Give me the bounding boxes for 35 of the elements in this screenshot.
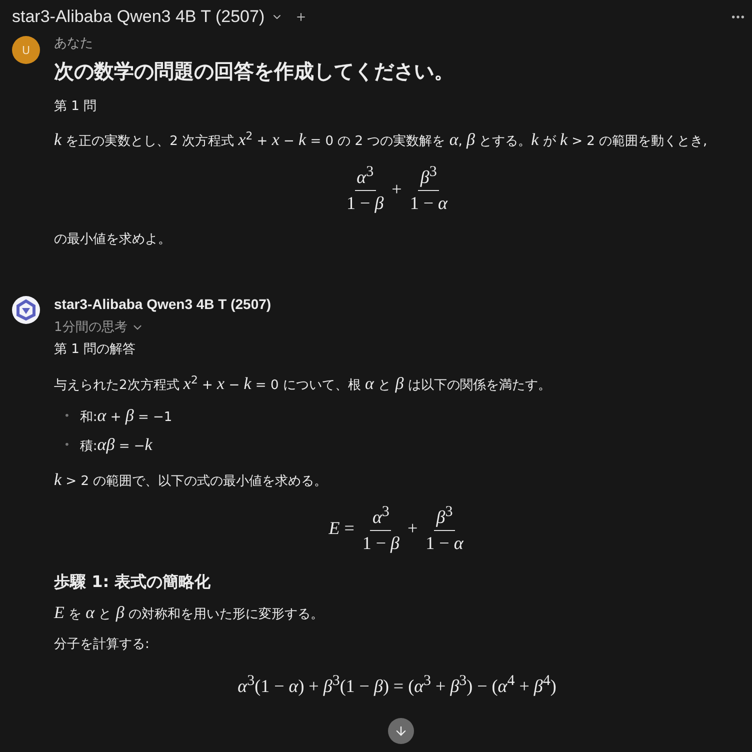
numerator: β$^{3}$: [436, 506, 453, 527]
chat-title[interactable]: star3-Alibaba Qwen3 4B T (2507): [12, 7, 265, 27]
scroll-down-button[interactable]: [388, 718, 414, 744]
author-name: star3-Alibaba Qwen3 4B T (2507): [54, 296, 272, 312]
author-name: あなた: [54, 34, 93, 52]
equation: α$^{3}$(1 − α) + β$^{3}$(1 − β) = (α$^{3}$ + β$^{3}$) − (α$^{4}$ + β$^{4}$): [238, 676, 556, 696]
message-heading: 次の数学の問題の回答を作成してください。: [54, 58, 455, 85]
list-item: 積:αβ = −k: [80, 434, 152, 456]
paragraph: k を正の実数とし、2 次方程式 x$^{2}$ + x − k = 0 の 2 つの実数解を α, β とする。k が k > 2 の範囲を動くとき,: [54, 134, 708, 150]
section-heading: 歩驟 1: 表式の簡略化: [54, 572, 212, 593]
numerator: α$^{3}$: [356, 167, 374, 188]
operator: +: [408, 518, 418, 540]
paragraph: 与えられた2次方程式 x$^{2}$ + x − k = 0 について、根 α と β は以下の関係を満たす。: [54, 378, 551, 393]
paragraph: 第 1 問: [54, 99, 97, 114]
paragraph: E を α と β の対称和を用いた形に変形する。: [54, 606, 324, 622]
list-item: 和:α + β = −1: [80, 404, 172, 427]
denominator: 1 − β: [346, 193, 384, 214]
thinking-toggle[interactable]: 1分間の思考: [54, 318, 144, 336]
plus-icon[interactable]: [294, 11, 307, 23]
denominator: 1 − α: [426, 532, 464, 553]
denominator: 1 − β: [362, 532, 400, 553]
paragraph: 分子を計算する:: [54, 636, 150, 652]
arrow-down-icon: [394, 724, 408, 738]
paragraph: の最小値を求めよ。: [54, 232, 171, 248]
numerator: α$^{3}$: [372, 506, 390, 527]
equation-lhs: E =: [328, 518, 354, 540]
numerator: β$^{3}$: [420, 167, 437, 188]
paragraph: 第 1 問の解答: [54, 342, 136, 358]
denominator: 1 − α: [410, 193, 448, 214]
bullet: •: [64, 410, 70, 424]
bullet: •: [64, 438, 70, 453]
operator: +: [392, 178, 402, 200]
user-avatar: U: [12, 36, 40, 64]
paragraph: k > 2 の範囲で、以下の式の最小値を求める。: [54, 474, 328, 489]
logo-icon: [12, 296, 40, 324]
